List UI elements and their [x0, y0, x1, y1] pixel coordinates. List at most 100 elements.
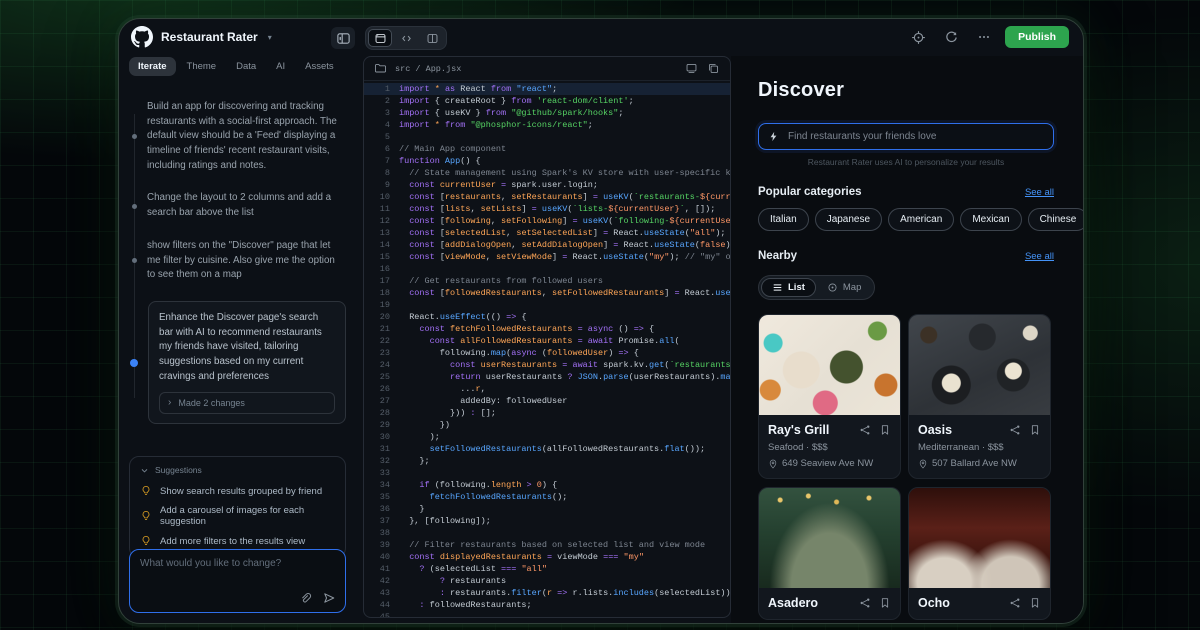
search-input[interactable] [786, 130, 1044, 143]
code-line: 41 ? (selectedList === "all" [364, 563, 730, 575]
restaurant-name: Oasis [918, 423, 952, 437]
restaurant-photo [909, 488, 1050, 588]
more-menu-button[interactable] [972, 26, 996, 48]
code-line: 8 // State management using Spark's KV s… [364, 167, 730, 179]
publish-button[interactable]: Publish [1005, 26, 1069, 48]
line-number: 30 [364, 431, 399, 443]
target-button[interactable] [906, 26, 930, 48]
editor-header: src / App.jsx [364, 57, 730, 81]
made-changes-button[interactable]: ›Made 2 changes [159, 392, 335, 414]
code-editor[interactable]: src / App.jsx 1import * as React from "r… [363, 56, 731, 618]
category-chip-american[interactable]: American [888, 208, 954, 231]
chat-message: Change the layout to 2 columns and add a… [129, 191, 346, 220]
code-line: 20 React.useEffect(() => { [364, 311, 730, 323]
tab-assets[interactable]: Assets [296, 57, 343, 76]
chat-message-card: Enhance the Discover page's search bar w… [148, 301, 346, 424]
line-number: 25 [364, 371, 399, 383]
category-chip-mexican[interactable]: Mexican [960, 208, 1021, 231]
panel-left-icon [336, 31, 351, 46]
chat-input-box [129, 549, 346, 613]
see-all-nearby-link[interactable]: See all [1025, 251, 1054, 262]
code-line: 26 ...r, [364, 383, 730, 395]
suggestion-item[interactable]: Add more filters to the results view [140, 531, 335, 551]
suggestion-item[interactable]: Show search results grouped by friend [140, 481, 335, 501]
suggestion-text: Add more filters to the results view [160, 536, 305, 547]
share-icon[interactable] [1009, 424, 1021, 436]
code-line: 22 const allFollowedRestaurants = await … [364, 335, 730, 347]
line-number: 1 [364, 83, 399, 95]
chat-message-text: Enhance the Discover page's search bar w… [159, 311, 335, 384]
restaurant-card[interactable]: Ray's GrillSeafood · $$$649 Seaview Ave … [758, 314, 901, 479]
preview-view-button[interactable] [368, 29, 392, 47]
copy-icon[interactable] [707, 62, 720, 75]
sidebar-toggle-button[interactable] [331, 27, 355, 49]
chevron-down-icon[interactable]: ▾ [268, 33, 272, 42]
spark-app-window: Restaurant Rater ▾ [118, 18, 1084, 624]
bookmark-icon[interactable] [1029, 597, 1041, 609]
suggestions-list: Show search results grouped by friendAdd… [140, 481, 335, 551]
ai-note: Restaurant Rater uses AI to personalize … [758, 157, 1054, 167]
bookmark-icon[interactable] [1029, 424, 1041, 436]
line-number: 23 [364, 347, 399, 359]
tab-iterate[interactable]: Iterate [129, 57, 176, 76]
code-view-button[interactable] [394, 29, 418, 47]
line-number: 4 [364, 119, 399, 131]
code-surface[interactable]: 1import * as React from "react";2import … [364, 81, 730, 618]
attach-icon[interactable] [299, 592, 312, 605]
list-view-button[interactable]: List [761, 278, 816, 297]
category-chip-japanese[interactable]: Japanese [815, 208, 882, 231]
code-line: 21 const fetchFollowedRestaurants = asyn… [364, 323, 730, 335]
folder-icon [374, 62, 387, 75]
split-view-button[interactable] [420, 29, 444, 47]
share-icon[interactable] [859, 597, 871, 609]
restaurant-card[interactable]: Ocho [908, 487, 1051, 620]
restaurant-name: Ocho [918, 596, 950, 610]
restaurant-card[interactable]: OasisMediterranean · $$$507 Ballard Ave … [908, 314, 1051, 479]
line-number: 16 [364, 263, 399, 275]
code-line: 30 ); [364, 431, 730, 443]
suggestions-header[interactable]: Suggestions [140, 465, 335, 475]
code-line: 32 }; [364, 455, 730, 467]
line-number: 31 [364, 443, 399, 455]
bookmark-icon[interactable] [879, 424, 891, 436]
category-chip-italian[interactable]: Italian [758, 208, 809, 231]
line-number: 28 [364, 407, 399, 419]
tab-data[interactable]: Data [227, 57, 265, 76]
github-logo-icon [131, 26, 153, 48]
map-pin-icon [827, 282, 838, 293]
code-line: 39 // Filter restaurants based on select… [364, 539, 730, 551]
line-number: 2 [364, 95, 399, 107]
map-view-button[interactable]: Map [816, 278, 872, 297]
code-line: 18 const [followedRestaurants, setFollow… [364, 287, 730, 299]
line-number: 7 [364, 155, 399, 167]
category-chip-chinese[interactable]: Chinese [1028, 208, 1084, 231]
suggestion-item[interactable]: Add a carousel of images for each sugges… [140, 501, 335, 531]
code-line: 10 const [restaurants, setRestaurants] =… [364, 191, 730, 203]
line-number: 19 [364, 299, 399, 311]
timeline-dot [130, 359, 138, 367]
window-icon[interactable] [685, 62, 698, 75]
file-breadcrumb[interactable]: src / App.jsx [395, 64, 677, 74]
tab-theme[interactable]: Theme [178, 57, 226, 76]
line-number: 20 [364, 311, 399, 323]
restaurant-photo [909, 315, 1050, 415]
share-icon[interactable] [1009, 597, 1021, 609]
see-all-popular-link[interactable]: See all [1025, 187, 1054, 198]
code-line: 25 return userRestaurants ? JSON.parse(u… [364, 371, 730, 383]
send-icon[interactable] [322, 591, 336, 605]
tab-ai[interactable]: AI [267, 57, 294, 76]
location-pin-icon [768, 459, 778, 469]
app-brand[interactable]: Restaurant Rater ▾ [131, 26, 272, 48]
share-icon[interactable] [859, 424, 871, 436]
code-line: 24 const userRestaurants = await spark.k… [364, 359, 730, 371]
chat-input[interactable] [130, 550, 345, 588]
line-number: 40 [364, 551, 399, 563]
code-line: 42 ? restaurants [364, 575, 730, 587]
code-line: 13 const [selectedList, setSelectedList]… [364, 227, 730, 239]
app-preview: Discover Restaurant Rater uses AI to per… [731, 56, 1083, 623]
bookmark-icon[interactable] [879, 597, 891, 609]
made-changes-label: Made 2 changes [178, 398, 245, 408]
refresh-button[interactable] [939, 26, 963, 48]
restaurant-card[interactable]: Asadero [758, 487, 901, 620]
page-title: Discover [758, 79, 1054, 102]
